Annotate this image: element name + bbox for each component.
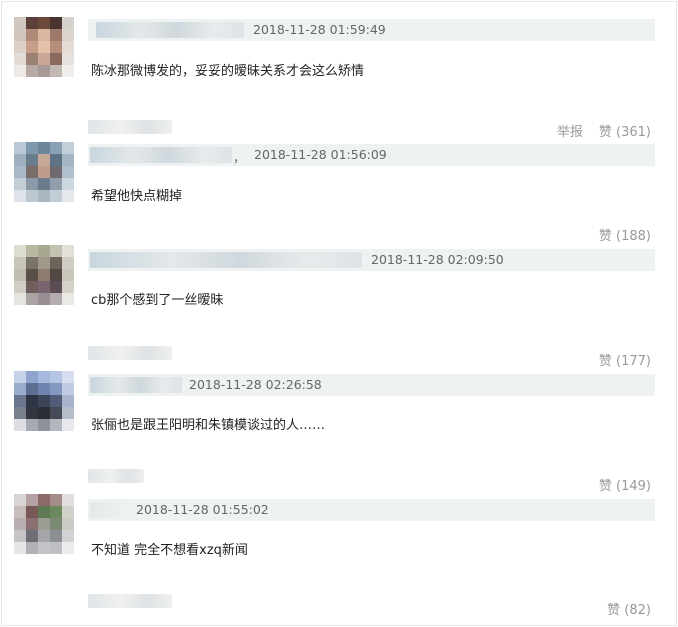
username[interactable]	[90, 502, 128, 518]
username[interactable]	[90, 147, 232, 163]
avatar[interactable]	[14, 494, 74, 554]
comment-actions: 赞 (82)	[607, 599, 651, 618]
username[interactable]	[90, 252, 362, 268]
comment-header: 2018-11-28 02:09:50	[88, 249, 655, 271]
comment-text: 张俪也是跟王阳明和朱镇模谈过的人……	[91, 418, 326, 433]
comment-header: 2018-11-28 01:59:49	[88, 19, 655, 41]
username[interactable]	[90, 377, 182, 393]
comment-item: 2018-11-28 01:59:49 陈冰那微博发的，妥妥的暧昧关系才会这么矫…	[2, 2, 676, 140]
comment-item: 2018-11-28 01:55:02 不知道 完全不想看xzq新闻 赞 (82…	[2, 482, 676, 618]
like-button[interactable]: 赞 (82)	[607, 603, 651, 618]
comment-text: cb那个感到了一丝暧昧	[91, 293, 224, 308]
separator: ，	[233, 150, 246, 165]
comment-item: 2018-11-28 02:26:58 张俪也是跟王阳明和朱镇模谈过的人…… 赞…	[2, 357, 676, 494]
comment-header: 2018-11-28 01:55:02	[88, 499, 655, 521]
comment-list: 2018-11-28 01:59:49 陈冰那微博发的，妥妥的暧昧关系才会这么矫…	[1, 1, 677, 626]
comment-item: 2018-11-28 02:09:50 cb那个感到了一丝暧昧 赞 (177)	[2, 232, 676, 369]
comment-header: 2018-11-28 02:26:58	[88, 374, 655, 396]
timestamp: 2018-11-28 01:56:09	[254, 147, 387, 162]
timestamp: 2018-11-28 01:55:02	[136, 502, 269, 517]
username[interactable]	[96, 22, 244, 38]
avatar[interactable]	[14, 245, 74, 305]
timestamp: 2018-11-28 02:09:50	[371, 252, 504, 267]
timestamp: 2018-11-28 01:59:49	[253, 22, 386, 37]
reply-preview	[88, 469, 144, 483]
reply-preview	[88, 594, 172, 608]
avatar[interactable]	[14, 142, 74, 202]
comment-text: 不知道 完全不想看xzq新闻	[91, 543, 248, 558]
avatar[interactable]	[14, 17, 74, 77]
comment-text: 陈冰那微博发的，妥妥的暧昧关系才会这么矫情	[91, 64, 365, 79]
timestamp: 2018-11-28 02:26:58	[189, 377, 322, 392]
comment-text: 希望他快点糊掉	[91, 189, 183, 204]
comment-header: ， 2018-11-28 01:56:09	[88, 144, 655, 166]
avatar[interactable]	[14, 371, 74, 431]
